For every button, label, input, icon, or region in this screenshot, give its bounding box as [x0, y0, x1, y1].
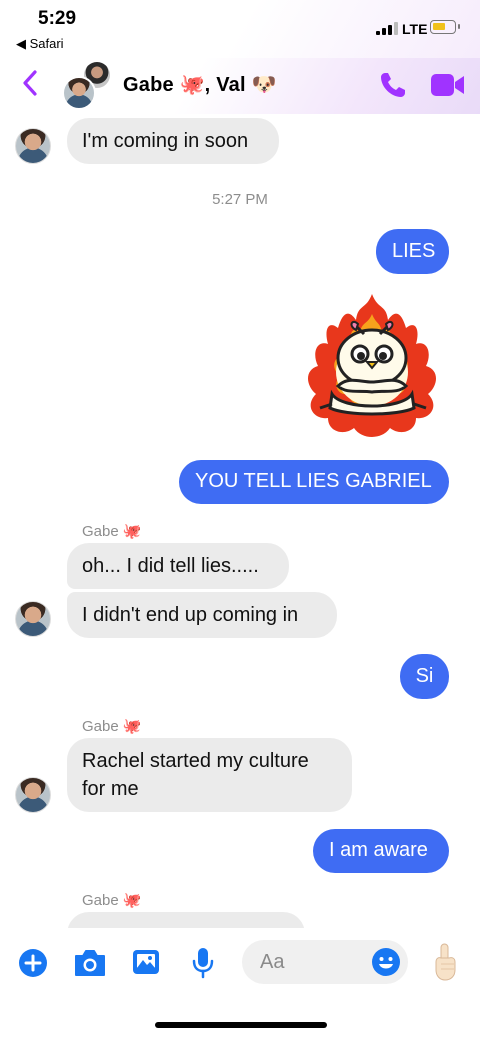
conversation-title[interactable]: Gabe 🐙, Val 🐶	[123, 72, 277, 97]
outgoing-message[interactable]: I am aware	[313, 829, 449, 873]
status-bar: 5:29 ◀ Safari LTE	[0, 0, 480, 58]
message-line: Rachel started my culture	[82, 750, 309, 772]
contact-avatar[interactable]	[15, 601, 51, 637]
sender-name: Gabe 🐙	[82, 718, 142, 735]
outgoing-message[interactable]: YOU TELL LIES GABRIEL	[179, 460, 449, 504]
microphone-icon[interactable]	[190, 946, 216, 980]
message-composer: Aa	[0, 928, 480, 1039]
group-avatar[interactable]	[62, 62, 114, 110]
incoming-message[interactable]: I'm coming in soon	[67, 118, 279, 164]
angry-chick-sticker[interactable]	[298, 290, 446, 442]
back-to-safari-link[interactable]: ◀ Safari	[16, 36, 64, 52]
home-indicator	[155, 1022, 327, 1028]
image-icon[interactable]	[131, 947, 161, 977]
contact-avatar[interactable]	[15, 777, 51, 813]
message-input[interactable]: Aa	[242, 940, 408, 984]
incoming-message[interactable]: oh... I did tell lies.....	[67, 543, 289, 589]
camera-icon[interactable]	[73, 948, 107, 978]
incoming-message[interactable]: I didn't end up coming in	[67, 592, 337, 638]
sender-name: Gabe 🐙	[82, 523, 142, 540]
phone-call-icon[interactable]	[378, 70, 408, 100]
plus-icon[interactable]	[18, 948, 48, 978]
back-chevron-icon[interactable]	[18, 68, 44, 98]
signal-strength-icon	[376, 22, 398, 35]
network-type: LTE	[402, 21, 428, 37]
incoming-message-multiline[interactable]: Rachel started my culture for me	[67, 738, 352, 812]
message-timestamp: 5:27 PM	[212, 191, 268, 208]
sender-name: Gabe 🐙	[82, 892, 142, 909]
outgoing-message[interactable]: LIES	[376, 229, 449, 274]
hand-pointing-up-icon[interactable]	[430, 942, 460, 982]
message-line: for me	[82, 778, 139, 800]
battery-icon	[430, 20, 460, 34]
contact-avatar[interactable]	[15, 128, 51, 164]
status-time: 5:29	[38, 8, 77, 29]
chat-header: Gabe 🐙, Val 🐶	[0, 58, 480, 114]
emoji-icon[interactable]	[371, 947, 401, 977]
outgoing-message[interactable]: Si	[400, 654, 449, 699]
message-input-placeholder: Aa	[260, 951, 285, 973]
video-call-icon[interactable]	[430, 72, 466, 98]
